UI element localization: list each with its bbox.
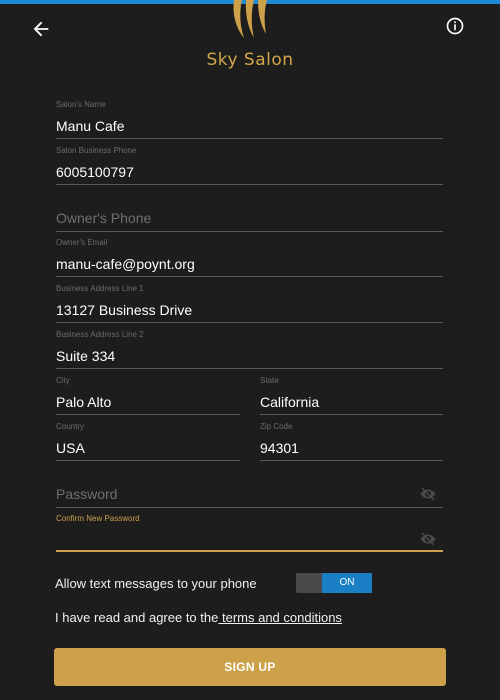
- country-underline: [56, 460, 240, 461]
- zip-code-field[interactable]: Zip Code 94301: [260, 422, 443, 462]
- country-value: USA: [56, 440, 85, 456]
- back-arrow-icon[interactable]: [30, 18, 52, 40]
- city-label: City: [56, 376, 70, 385]
- zip-code-underline: [260, 460, 443, 461]
- business-phone-underline: [56, 184, 443, 185]
- zip-code-value: 94301: [260, 440, 299, 456]
- confirm-password-field[interactable]: Confirm New Password: [56, 514, 443, 552]
- state-underline: [260, 414, 443, 415]
- sms-label: Allow text messages to your phone: [55, 576, 257, 591]
- password-field[interactable]: Password: [56, 484, 443, 510]
- country-field[interactable]: Country USA: [56, 422, 240, 462]
- password-underline: [56, 507, 443, 508]
- zip-code-label: Zip Code: [260, 422, 293, 431]
- owner-email-field[interactable]: Owner's Email manu-cafe@poynt.org: [56, 238, 443, 278]
- address-line2-underline: [56, 368, 443, 369]
- salon-logo-icon: [233, 0, 267, 38]
- sms-toggle[interactable]: ON: [296, 573, 372, 593]
- terms-prefix: I have read and agree to the: [55, 610, 219, 625]
- eye-off-icon[interactable]: [419, 532, 437, 546]
- terms-text: I have read and agree to the terms and c…: [55, 610, 342, 625]
- owner-phone-underline: [56, 231, 443, 232]
- password-placeholder: Password: [56, 486, 118, 502]
- owner-email-underline: [56, 276, 443, 277]
- brand-name: Sky Salon: [206, 50, 294, 70]
- address-line1-underline: [56, 322, 443, 323]
- owner-phone-field[interactable]: Owner's Phone: [56, 208, 443, 234]
- city-value: Palo Alto: [56, 394, 112, 410]
- address-line1-label: Business Address Line 1: [56, 284, 144, 293]
- state-field[interactable]: State California: [260, 376, 443, 416]
- owner-phone-placeholder: Owner's Phone: [56, 210, 152, 226]
- owner-email-label: Owner's Email: [56, 238, 108, 247]
- country-label: Country: [56, 422, 85, 431]
- state-value: California: [260, 394, 320, 410]
- business-phone-value: 6005100797: [56, 164, 134, 180]
- owner-email-value: manu-cafe@poynt.org: [56, 256, 195, 272]
- city-field[interactable]: City Palo Alto: [56, 376, 240, 416]
- address-line2-field[interactable]: Business Address Line 2 Suite 334: [56, 330, 443, 370]
- business-phone-field[interactable]: Salon Business Phone 6005100797: [56, 146, 443, 186]
- sign-up-button[interactable]: SIGN UP: [54, 648, 446, 686]
- business-phone-label: Salon Business Phone: [56, 146, 137, 155]
- address-line1-field[interactable]: Business Address Line 1 13127 Business D…: [56, 284, 443, 324]
- salon-name-value: Manu Cafe: [56, 118, 125, 134]
- confirm-password-label: Confirm New Password: [56, 514, 140, 523]
- address-line2-label: Business Address Line 2: [56, 330, 144, 339]
- address-line2-value: Suite 334: [56, 348, 116, 364]
- salon-name-underline: [56, 138, 443, 139]
- sms-toggle-on: ON: [322, 573, 372, 593]
- terms-link[interactable]: terms and conditions: [218, 610, 342, 625]
- eye-off-icon[interactable]: [419, 487, 437, 501]
- salon-name-field[interactable]: Salon's Name Manu Cafe: [56, 100, 443, 140]
- state-label: State: [260, 376, 279, 385]
- confirm-password-underline: [56, 550, 443, 552]
- address-line1-value: 13127 Business Drive: [56, 302, 193, 318]
- salon-name-label: Salon's Name: [56, 100, 106, 109]
- city-underline: [56, 414, 240, 415]
- info-icon[interactable]: [445, 16, 465, 36]
